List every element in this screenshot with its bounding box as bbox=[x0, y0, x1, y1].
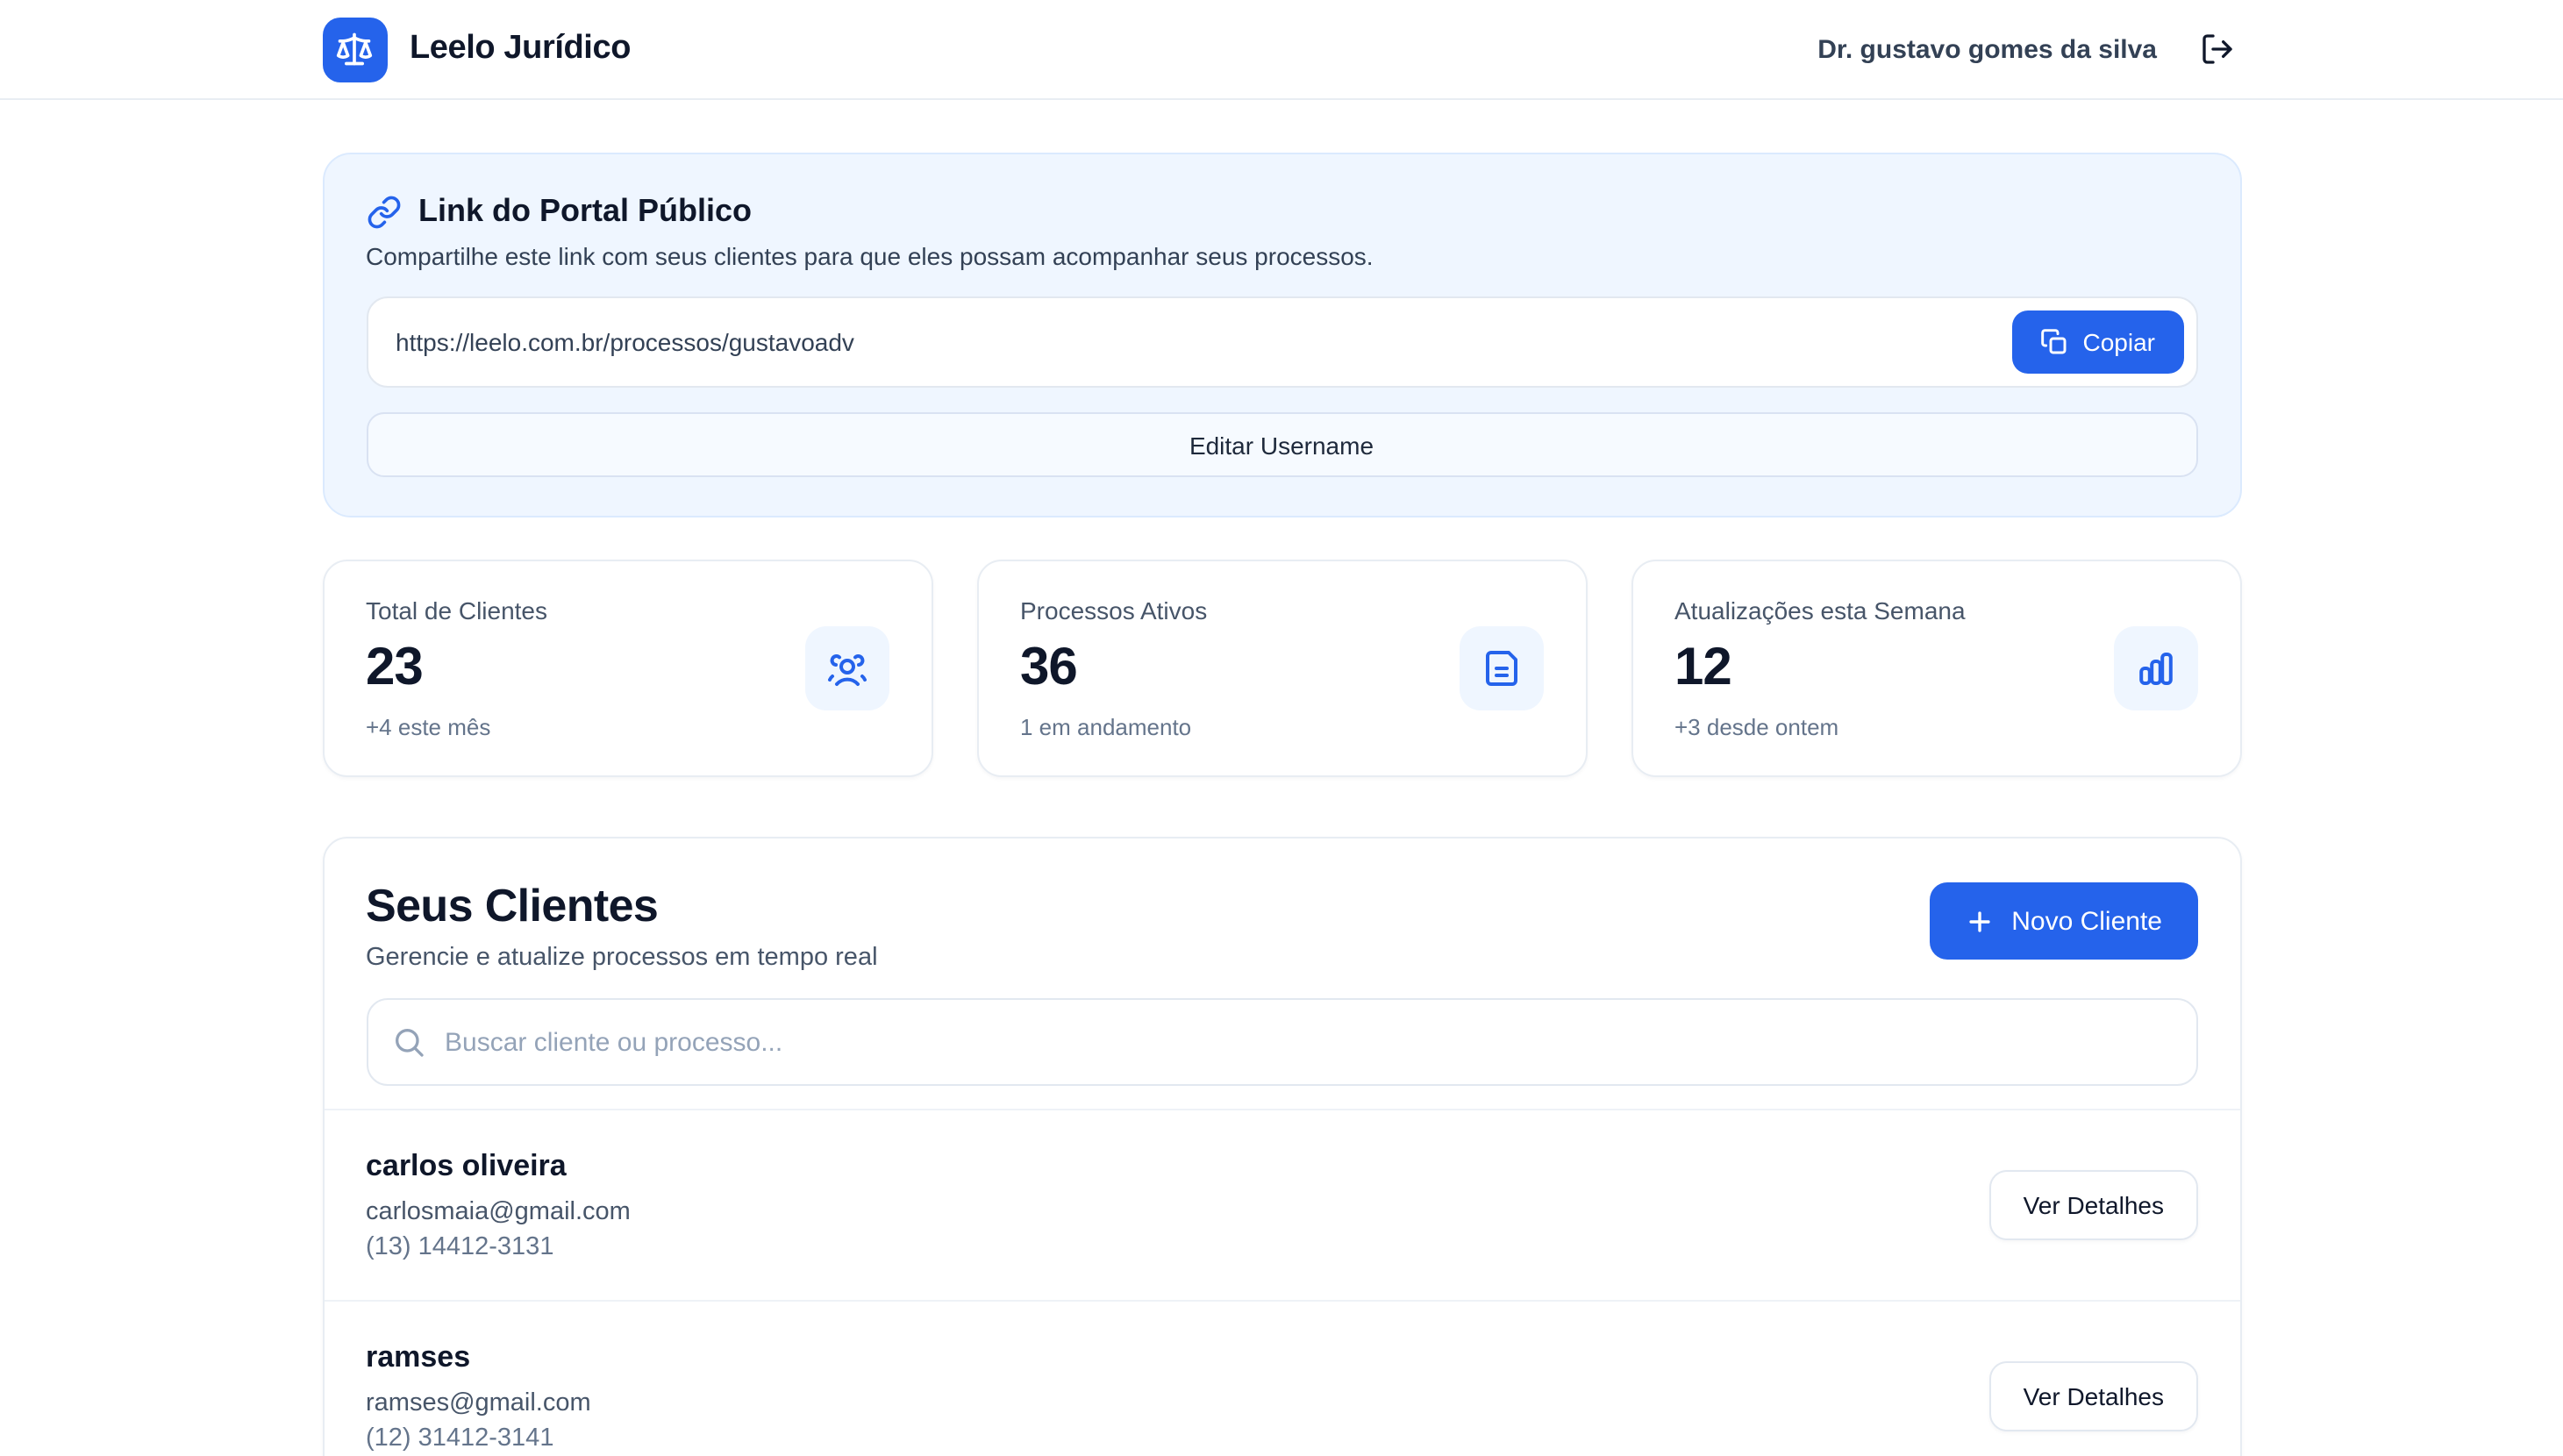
client-row: ramses ramses@gmail.com (12) 31412-3141 … bbox=[324, 1300, 2239, 1456]
page: Leelo Jurídico Dr. gustavo gomes da silv… bbox=[0, 0, 2563, 1456]
search-input[interactable] bbox=[366, 998, 2197, 1086]
stat-label: Processos Ativos bbox=[1020, 596, 1207, 625]
portal-card-description: Compartilhe este link com seus clientes … bbox=[366, 242, 2197, 270]
stat-icon-chip bbox=[804, 626, 889, 710]
stat-value: 12 bbox=[1674, 639, 1966, 698]
client-info: ramses ramses@gmail.com (12) 31412-3141 bbox=[366, 1340, 591, 1452]
stat-subtext: 1 em andamento bbox=[1020, 714, 1207, 740]
client-phone: (12) 31412-3141 bbox=[366, 1424, 591, 1452]
new-client-button[interactable]: Novo Cliente bbox=[1929, 882, 2197, 960]
app-title: Leelo Jurídico bbox=[410, 30, 631, 68]
stat-icon-chip bbox=[2113, 626, 2197, 710]
clients-card-header: Seus Clientes Gerencie e atualize proces… bbox=[324, 839, 2239, 972]
clients-section-title: Seus Clientes bbox=[366, 879, 878, 933]
stat-card-total-clientes: Total de Clientes 23 +4 este mês bbox=[322, 560, 932, 777]
client-list: carlos oliveira carlosmaia@gmail.com (13… bbox=[324, 1109, 2239, 1456]
stat-label: Atualizações esta Semana bbox=[1674, 596, 1966, 625]
document-icon bbox=[1480, 647, 1522, 689]
bar-chart-icon bbox=[2134, 647, 2176, 689]
client-email: ramses@gmail.com bbox=[366, 1389, 591, 1417]
stat-text: Atualizações esta Semana 12 +3 desde ont… bbox=[1674, 596, 1966, 740]
users-icon bbox=[825, 647, 867, 689]
copy-icon bbox=[2041, 328, 2069, 356]
logout-button[interactable] bbox=[2192, 25, 2241, 74]
portal-link-card: Link do Portal Público Compartilhe este … bbox=[322, 153, 2241, 517]
stat-value: 23 bbox=[366, 639, 547, 698]
log-out-icon bbox=[2199, 32, 2234, 67]
edit-username-button[interactable]: Editar Username bbox=[366, 412, 2197, 477]
clients-section-subtitle: Gerencie e atualize processos em tempo r… bbox=[366, 944, 878, 972]
plus-icon bbox=[1964, 906, 1994, 936]
client-name: ramses bbox=[366, 1340, 591, 1375]
portal-url-row: Copiar bbox=[366, 296, 2197, 388]
stat-text: Processos Ativos 36 1 em andamento bbox=[1020, 596, 1207, 740]
view-details-button[interactable]: Ver Detalhes bbox=[1990, 1170, 2197, 1240]
app-logo bbox=[322, 17, 387, 82]
client-row: carlos oliveira carlosmaia@gmail.com (13… bbox=[324, 1109, 2239, 1300]
portal-card-title: Link do Portal Público bbox=[418, 193, 752, 230]
copy-button[interactable]: Copiar bbox=[2013, 310, 2184, 374]
stat-subtext: +3 desde ontem bbox=[1674, 714, 1966, 740]
main-content: Link do Portal Público Compartilhe este … bbox=[322, 153, 2241, 1456]
view-details-button[interactable]: Ver Detalhes bbox=[1990, 1361, 2197, 1431]
scales-of-justice-icon bbox=[335, 30, 374, 68]
client-phone: (13) 14412-3131 bbox=[366, 1233, 631, 1261]
user-name: Dr. gustavo gomes da silva bbox=[1817, 34, 2157, 64]
stats-row: Total de Clientes 23 +4 este mês bbox=[322, 560, 2241, 777]
portal-url-input[interactable] bbox=[366, 296, 2197, 388]
app-header: Leelo Jurídico Dr. gustavo gomes da silv… bbox=[0, 0, 2563, 100]
stat-subtext: +4 este mês bbox=[366, 714, 547, 740]
search-bar bbox=[366, 998, 2197, 1086]
clients-card: Seus Clientes Gerencie e atualize proces… bbox=[322, 837, 2241, 1456]
stat-text: Total de Clientes 23 +4 este mês bbox=[366, 596, 547, 740]
stat-card-atualizacoes: Atualizações esta Semana 12 +3 desde ont… bbox=[1631, 560, 2241, 777]
clients-heading-block: Seus Clientes Gerencie e atualize proces… bbox=[366, 879, 878, 972]
stat-icon-chip bbox=[1459, 626, 1543, 710]
header-right: Dr. gustavo gomes da silva bbox=[1817, 25, 2241, 74]
client-email: carlosmaia@gmail.com bbox=[366, 1198, 631, 1226]
portal-card-header: Link do Portal Público bbox=[366, 193, 2197, 230]
stat-value: 36 bbox=[1020, 639, 1207, 698]
link-icon bbox=[366, 194, 401, 229]
brand: Leelo Jurídico bbox=[322, 17, 631, 82]
copy-button-label: Copiar bbox=[2083, 328, 2156, 356]
search-icon bbox=[390, 1024, 425, 1060]
client-info: carlos oliveira carlosmaia@gmail.com (13… bbox=[366, 1149, 631, 1261]
client-name: carlos oliveira bbox=[366, 1149, 631, 1184]
stat-label: Total de Clientes bbox=[366, 596, 547, 625]
stat-card-processos-ativos: Processos Ativos 36 1 em andamento bbox=[976, 560, 1587, 777]
new-client-button-label: Novo Cliente bbox=[2011, 906, 2162, 936]
